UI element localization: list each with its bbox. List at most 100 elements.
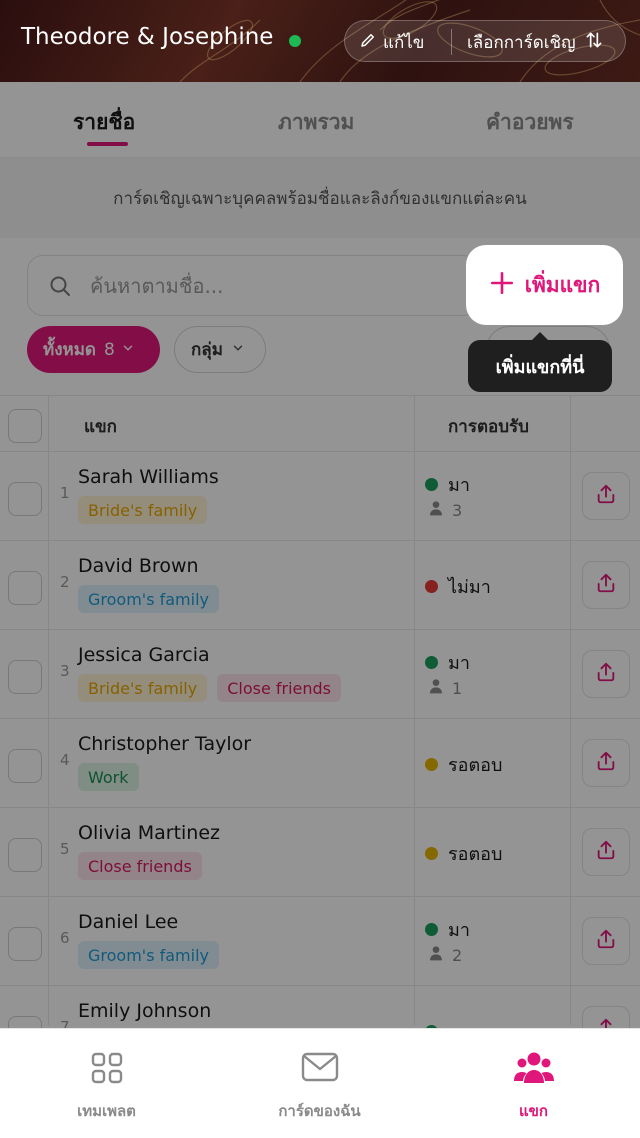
rsvp-status: รอตอบ — [425, 750, 502, 779]
guest-name[interactable]: David Brown — [78, 555, 199, 577]
guest-name[interactable]: Daniel Lee — [78, 911, 178, 933]
status-dot — [425, 758, 438, 771]
filter-group-label: กลุ่ม — [191, 340, 223, 360]
edit-button[interactable]: แก้ไข — [359, 28, 424, 56]
tab-guest-list[interactable]: รายชื่อ — [73, 106, 135, 139]
guest-name[interactable]: Christopher Taylor — [78, 733, 251, 755]
event-title: Theodore & Josephine — [21, 24, 274, 50]
row-checkbox[interactable] — [8, 927, 42, 961]
filter-all-chip[interactable]: ทั้งหมด 8 — [27, 326, 160, 373]
share-button[interactable] — [582, 917, 630, 965]
share-icon — [595, 928, 617, 954]
party-size: 2 — [428, 945, 462, 965]
guest-table: แขก การตอบรับ 1 Sarah Williams Bride's f… — [0, 395, 640, 1075]
party-size-count: 1 — [452, 678, 463, 698]
tab-bar: รายชื่อ ภาพรวม คำอวยพร — [0, 82, 640, 158]
guest-name[interactable]: Jessica Garcia — [78, 644, 210, 666]
row-checkbox[interactable] — [8, 838, 42, 872]
group-tag: Bride's family — [78, 496, 208, 524]
share-button[interactable] — [582, 650, 630, 698]
party-size: 3 — [428, 500, 462, 520]
nav-my-cards[interactable]: การ์ดของฉัน — [213, 1029, 426, 1138]
rsvp-status-label: มา — [448, 475, 470, 496]
select-all-checkbox[interactable] — [8, 409, 42, 443]
nav-templates[interactable]: เทมเพลต — [0, 1029, 213, 1138]
add-guest-label: เพิ่มแขก — [524, 272, 601, 297]
group-tag: Close friends — [217, 674, 342, 702]
row-checkbox[interactable] — [8, 482, 42, 516]
tab-wishes[interactable]: คำอวยพร — [486, 106, 574, 139]
row-checkbox[interactable] — [8, 660, 42, 694]
select-card-button[interactable]: เลือกการ์ดเชิญ — [467, 28, 604, 56]
rsvp-status-label: ไม่มา — [448, 577, 491, 598]
plus-icon — [489, 270, 515, 301]
rsvp-status: มา — [425, 915, 470, 944]
person-icon — [428, 945, 444, 965]
filter-group-chip[interactable]: กลุ่ม — [174, 326, 266, 373]
table-row[interactable]: 5 Olivia Martinez Close friends รอตอบ — [0, 808, 640, 897]
table-row[interactable]: 6 Daniel Lee Groom's family มา 2 — [0, 897, 640, 986]
nav-my-cards-label: การ์ดของฉัน — [278, 1102, 361, 1120]
grid-icon — [90, 1051, 124, 1089]
table-row[interactable]: 1 Sarah Williams Bride's family มา 3 — [0, 452, 640, 541]
row-checkbox[interactable] — [8, 571, 42, 605]
guest-tags: Work — [78, 763, 139, 791]
group-tag: Groom's family — [78, 585, 219, 613]
rsvp-status-label: รอตอบ — [448, 844, 503, 865]
active-tab-indicator — [87, 142, 128, 146]
column-divider — [48, 395, 49, 1025]
description-text: การ์ดเชิญเฉพาะบุคคลพร้อมชื่อและลิงก์ของแ… — [113, 188, 527, 209]
row-number: 2 — [60, 573, 70, 591]
app-root: Theodore & Josephine แก้ไข เลือกการ์ดเชิ… — [0, 0, 640, 1138]
group-tag: Close friends — [78, 852, 202, 880]
people-icon — [513, 1051, 554, 1089]
status-dot — [425, 847, 438, 860]
search-icon — [48, 274, 72, 302]
party-size-count: 2 — [452, 945, 463, 965]
guest-name[interactable]: Sarah Williams — [78, 466, 219, 488]
description-banner: การ์ดเชิญเฉพาะบุคคลพร้อมชื่อและลิงก์ของแ… — [0, 158, 640, 238]
search-input[interactable] — [90, 268, 470, 304]
row-number: 4 — [60, 751, 70, 769]
rsvp-status: ไม่มา — [425, 572, 491, 601]
guest-tags: Groom's family — [78, 585, 219, 613]
share-icon — [595, 572, 617, 598]
rsvp-status: รอตอบ — [425, 839, 502, 868]
select-card-label: เลือกการ์ดเชิญ — [467, 32, 576, 53]
envelope-icon — [301, 1051, 339, 1087]
group-tag: Bride's family — [78, 674, 208, 702]
table-row[interactable]: 3 Jessica Garcia Bride's family Close fri… — [0, 630, 640, 719]
tab-overview[interactable]: ภาพรวม — [278, 106, 354, 139]
share-button[interactable] — [582, 561, 630, 609]
guest-tags: Close friends — [78, 852, 202, 880]
share-button[interactable] — [582, 828, 630, 876]
rsvp-status: มา — [425, 648, 470, 677]
nav-guests-label: แขก — [518, 1102, 548, 1120]
group-tag: Groom's family — [78, 941, 219, 969]
rsvp-status-label: มา — [448, 920, 470, 941]
row-checkbox[interactable] — [8, 749, 42, 783]
status-dot — [425, 478, 438, 491]
share-icon — [595, 750, 617, 776]
header-divider — [451, 29, 452, 55]
guest-tags: Groom's family — [78, 941, 219, 969]
share-button[interactable] — [582, 472, 630, 520]
group-tag: Work — [78, 763, 139, 791]
party-size-count: 3 — [452, 500, 463, 520]
guest-name[interactable]: Olivia Martinez — [78, 822, 220, 844]
status-dot — [425, 580, 438, 593]
header-action-group: แก้ไข เลือกการ์ดเชิญ — [344, 20, 626, 62]
filter-all-label: ทั้งหมด — [43, 340, 96, 360]
pencil-icon — [359, 31, 377, 54]
add-guest-button[interactable]: เพิ่มแขก — [466, 245, 623, 325]
party-size: 1 — [428, 678, 462, 698]
nav-guests[interactable]: แขก — [427, 1029, 640, 1138]
share-icon — [595, 661, 617, 687]
table-row[interactable]: 2 David Brown Groom's family ไม่มา — [0, 541, 640, 630]
share-button[interactable] — [582, 739, 630, 787]
column-divider — [570, 395, 571, 1025]
table-row[interactable]: 4 Christopher Taylor Work รอตอบ — [0, 719, 640, 808]
column-header-rsvp: การตอบรับ — [448, 417, 529, 437]
guest-name[interactable]: Emily Johnson — [78, 1000, 211, 1022]
status-dot — [425, 656, 438, 669]
